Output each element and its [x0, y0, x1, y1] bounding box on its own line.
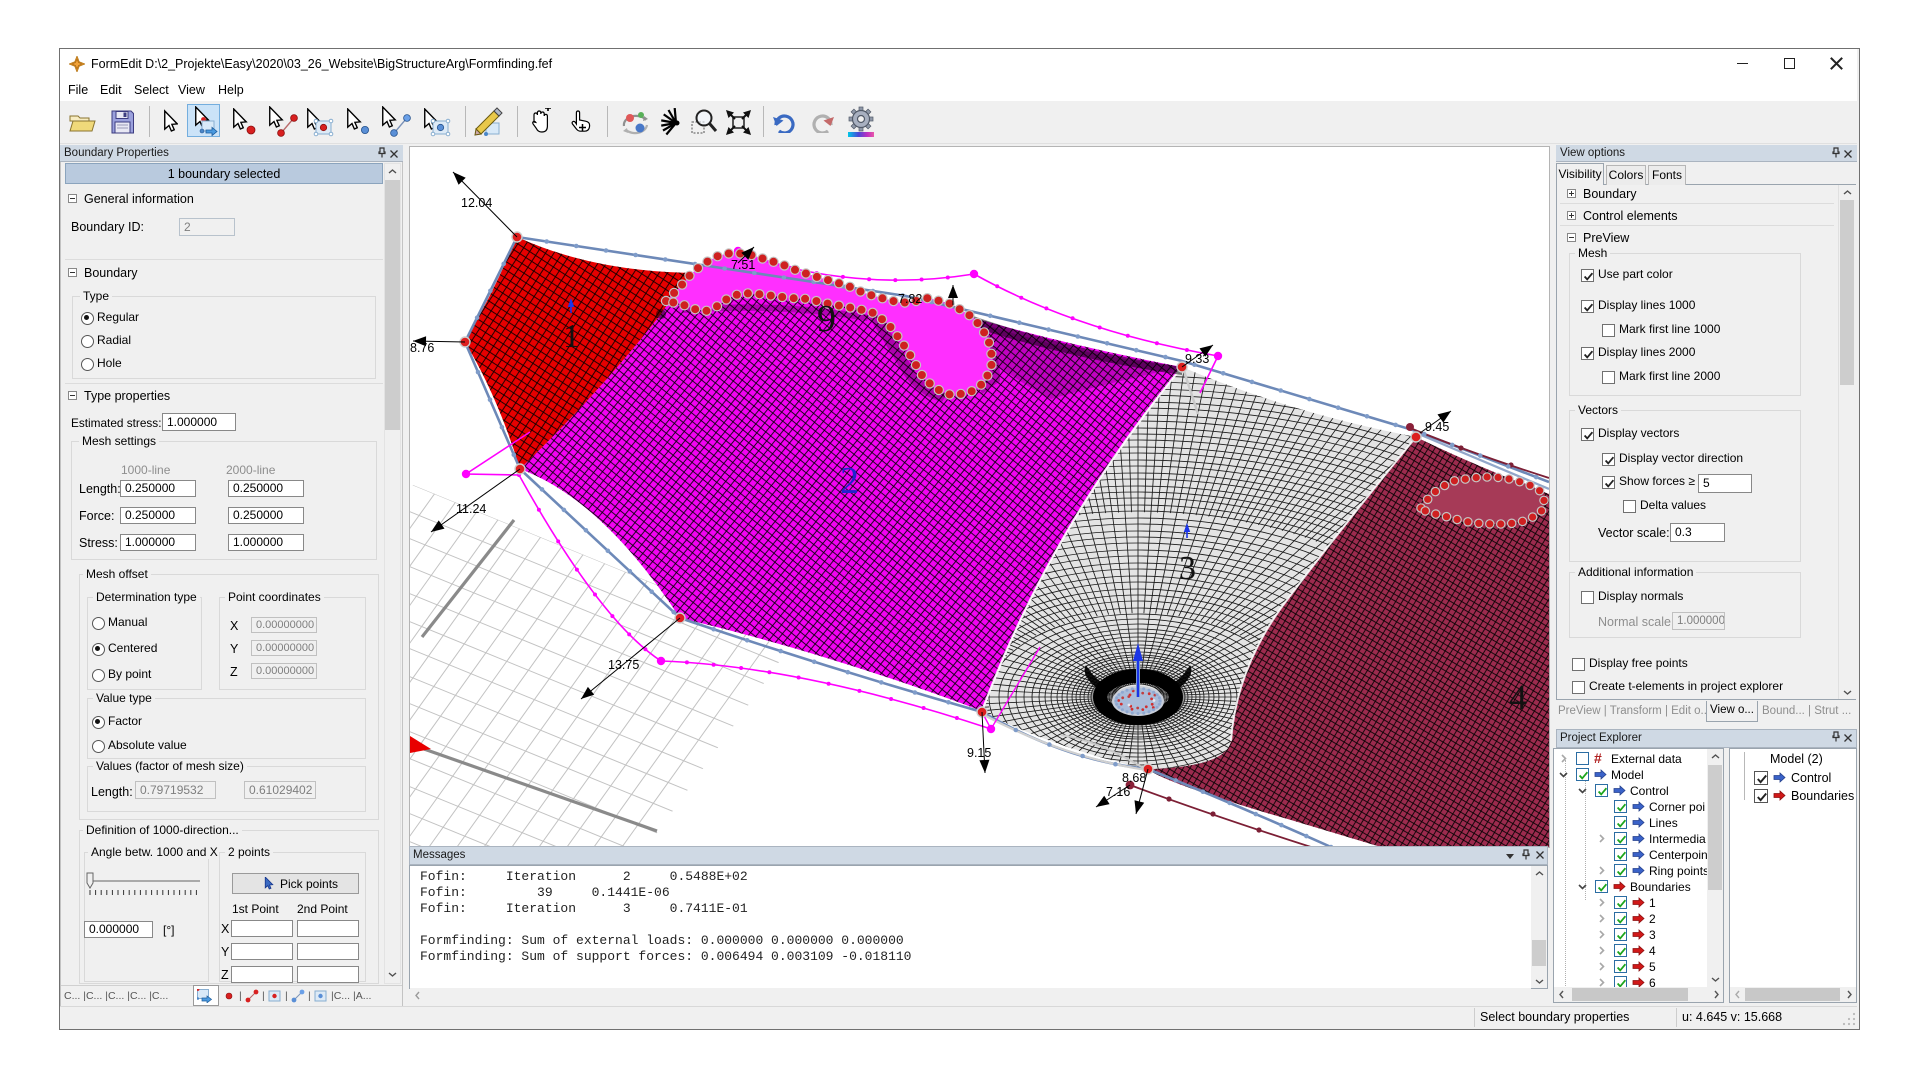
- svg-text:13.75: 13.75: [608, 658, 639, 672]
- svg-text:9.15: 9.15: [967, 746, 991, 760]
- svg-text:8.68: 8.68: [1122, 771, 1146, 785]
- svg-text:1: 1: [563, 318, 580, 355]
- svg-text:7.82: 7.82: [898, 292, 922, 306]
- svg-text:9.45: 9.45: [1425, 420, 1449, 434]
- svg-text:8.76: 8.76: [410, 341, 434, 355]
- svg-text:9: 9: [817, 298, 836, 340]
- svg-text:12.04: 12.04: [461, 196, 492, 210]
- svg-text:4: 4: [1509, 677, 1527, 717]
- svg-text:9.33: 9.33: [1185, 352, 1209, 366]
- svg-text:2: 2: [840, 460, 859, 502]
- svg-text:7.51: 7.51: [731, 258, 755, 272]
- svg-text:3: 3: [1179, 550, 1196, 587]
- svg-text:7.16: 7.16: [1106, 785, 1130, 799]
- svg-text:11.24: 11.24: [456, 502, 486, 516]
